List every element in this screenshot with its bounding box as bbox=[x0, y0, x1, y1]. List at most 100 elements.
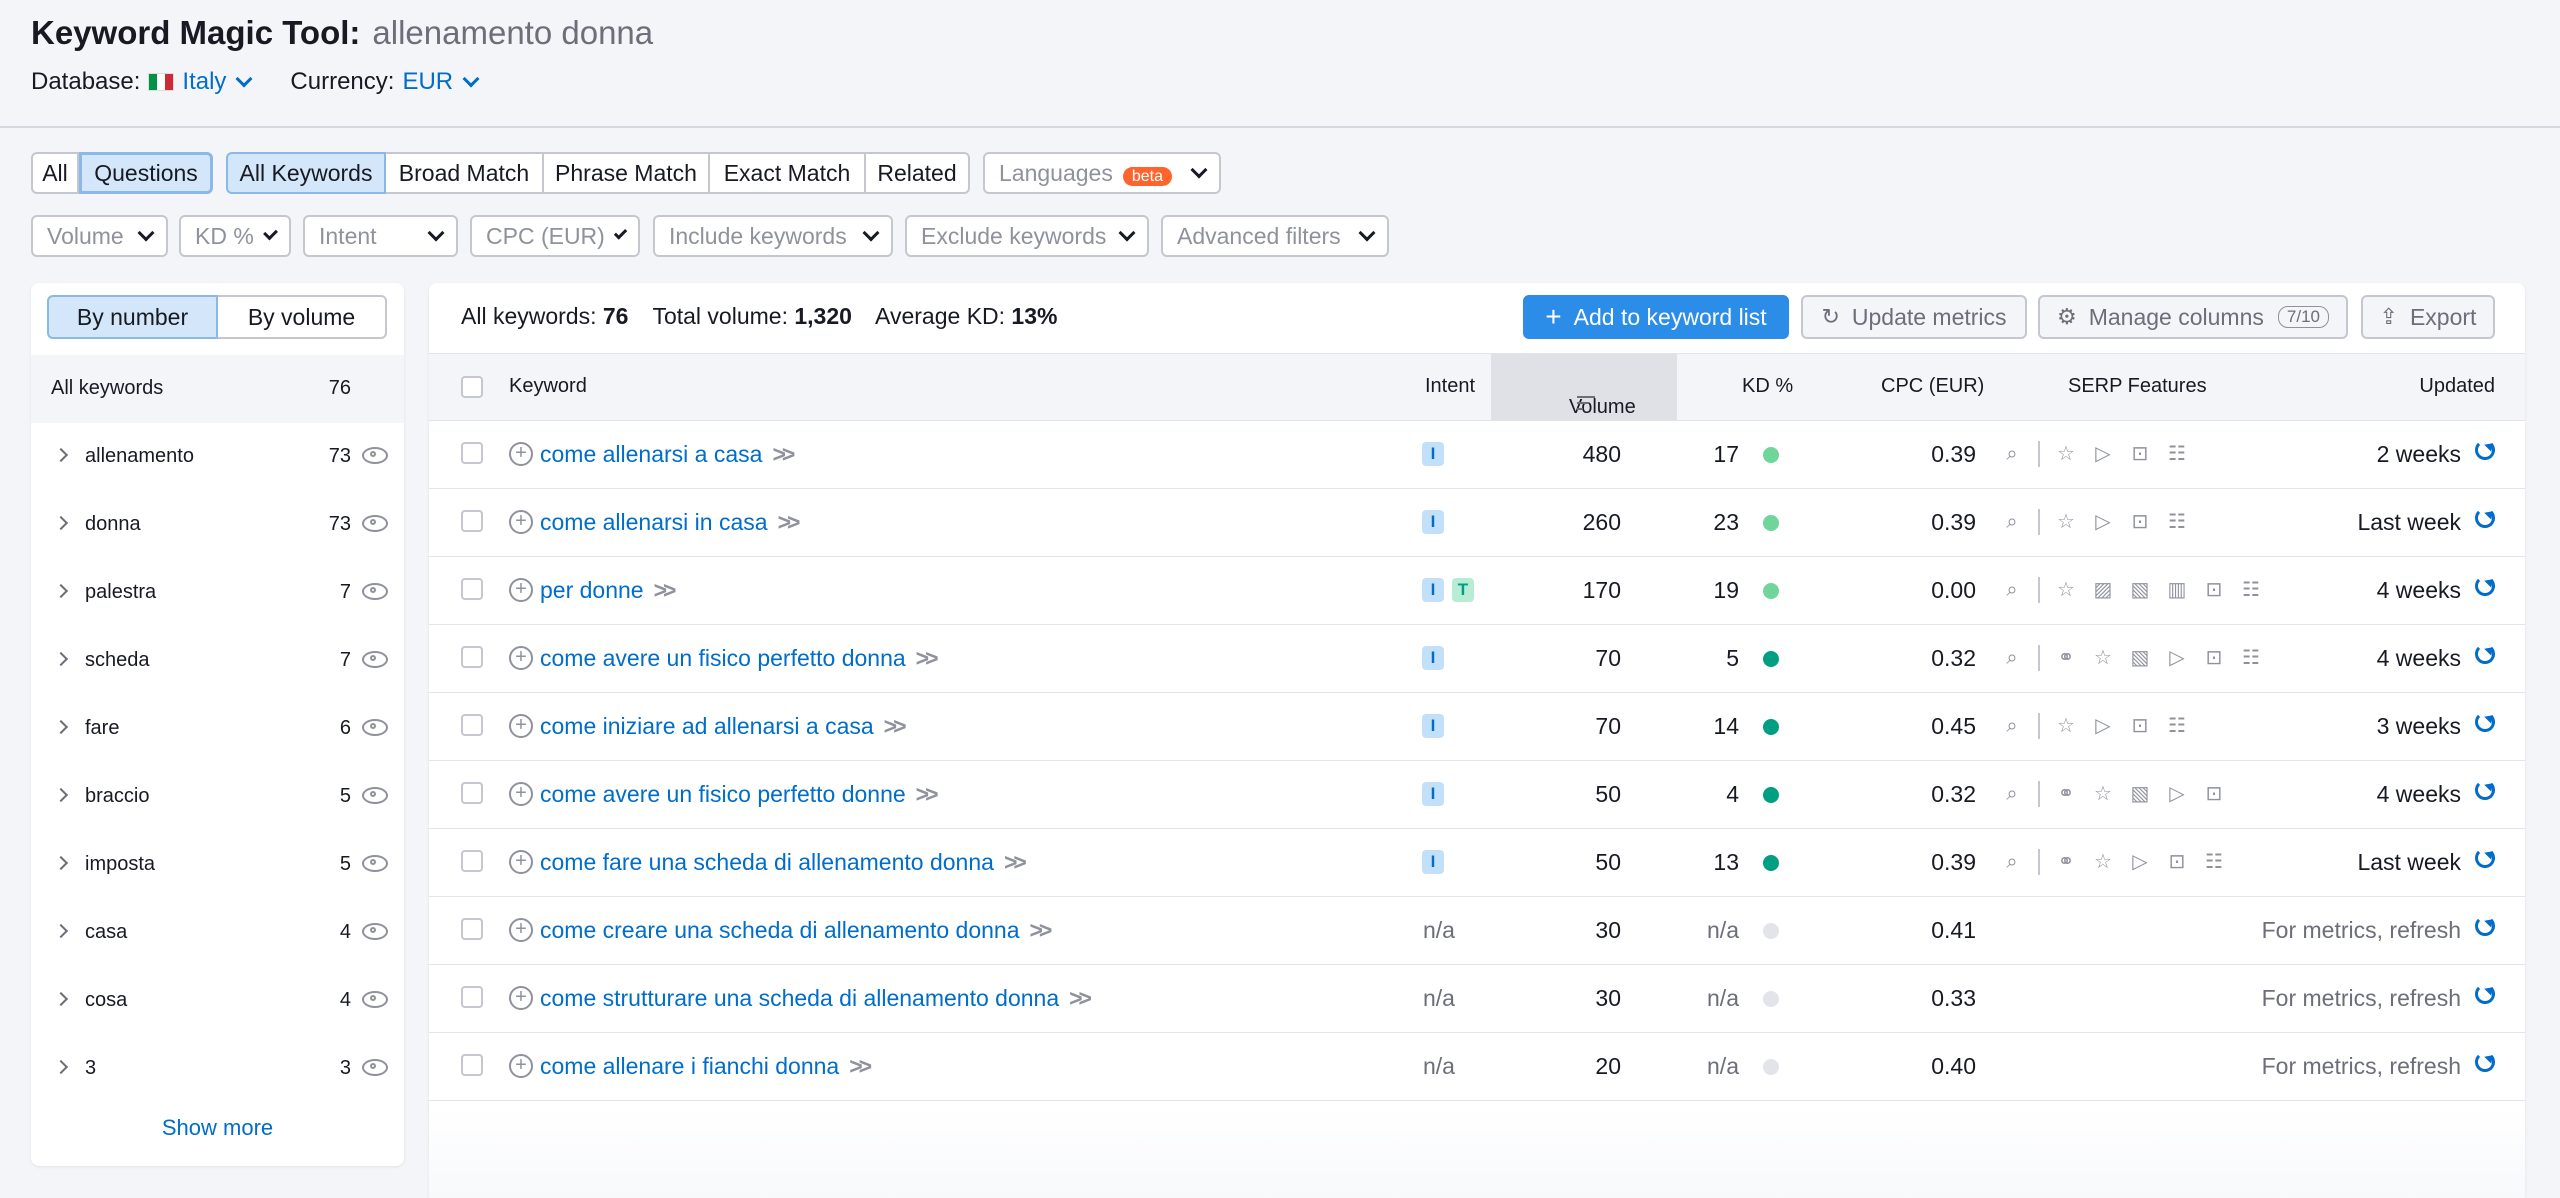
by-volume-button[interactable]: By volume bbox=[218, 295, 387, 339]
double-chevron-icon[interactable]: >> bbox=[654, 577, 677, 603]
add-keyword-icon[interactable]: + bbox=[509, 646, 533, 670]
video-icon[interactable]: ▷ bbox=[2092, 511, 2114, 533]
carousel-icon[interactable]: ▥ bbox=[2166, 579, 2188, 601]
keyword-link[interactable]: come strutturare una scheda di allenamen… bbox=[540, 985, 1092, 1012]
row-checkbox[interactable] bbox=[461, 1054, 483, 1076]
keyword-group-item[interactable]: 33 bbox=[31, 1035, 404, 1103]
star-icon[interactable]: ☆ bbox=[2055, 579, 2077, 601]
image-pack-icon[interactable]: ▧ bbox=[2129, 783, 2151, 805]
chevron-right-icon[interactable] bbox=[53, 719, 69, 735]
volume-filter[interactable]: Volume bbox=[31, 215, 168, 257]
chevron-right-icon[interactable] bbox=[53, 1059, 69, 1075]
tab-exact-match[interactable]: Exact Match bbox=[710, 152, 866, 194]
advanced-filters[interactable]: Advanced filters bbox=[1161, 215, 1389, 257]
col-keyword[interactable]: Keyword bbox=[509, 375, 587, 398]
col-cpc[interactable]: CPC (EUR) bbox=[1881, 375, 1984, 398]
eye-icon[interactable] bbox=[362, 855, 388, 872]
chevron-right-icon[interactable] bbox=[53, 651, 69, 667]
row-checkbox[interactable] bbox=[461, 782, 483, 804]
keyword-link[interactable]: come iniziare ad allenarsi a casa >> bbox=[540, 713, 907, 740]
faq-icon[interactable]: ⊡ bbox=[2166, 851, 2188, 873]
chevron-right-icon[interactable] bbox=[53, 447, 69, 463]
add-keyword-icon[interactable]: + bbox=[509, 986, 533, 1010]
star-icon[interactable]: ☆ bbox=[2055, 511, 2077, 533]
col-serp-features[interactable]: SERP Features bbox=[2068, 375, 2207, 398]
keyword-link[interactable]: come allenare i fianchi donna >> bbox=[540, 1053, 872, 1080]
refresh-icon[interactable] bbox=[2475, 780, 2495, 800]
image-icon[interactable]: ▨ bbox=[2092, 579, 2114, 601]
col-intent[interactable]: Intent bbox=[1425, 375, 1475, 398]
list-icon[interactable]: ☷ bbox=[2203, 851, 2225, 873]
keyword-link[interactable]: come allenarsi a casa >> bbox=[540, 441, 795, 468]
chevron-right-icon[interactable] bbox=[53, 515, 69, 531]
row-checkbox[interactable] bbox=[461, 918, 483, 940]
row-checkbox[interactable] bbox=[461, 578, 483, 600]
double-chevron-icon[interactable]: >> bbox=[916, 781, 939, 807]
faq-icon[interactable]: ⊡ bbox=[2203, 647, 2225, 669]
double-chevron-icon[interactable]: >> bbox=[1004, 849, 1027, 875]
chevron-right-icon[interactable] bbox=[53, 583, 69, 599]
refresh-icon[interactable] bbox=[2475, 440, 2495, 460]
chevron-right-icon[interactable] bbox=[53, 923, 69, 939]
keyword-link[interactable]: come allenarsi in casa >> bbox=[540, 509, 801, 536]
add-keyword-icon[interactable]: + bbox=[509, 578, 533, 602]
eye-icon[interactable] bbox=[362, 515, 388, 532]
double-chevron-icon[interactable]: >> bbox=[916, 645, 939, 671]
keyword-group-item[interactable]: casa 4 bbox=[31, 899, 404, 967]
snippet-icon[interactable]: ⌕ bbox=[2001, 715, 2023, 737]
double-chevron-icon[interactable]: >> bbox=[772, 441, 795, 467]
refresh-icon[interactable] bbox=[2475, 984, 2495, 1004]
eye-icon[interactable] bbox=[362, 1059, 388, 1076]
keyword-group-item[interactable]: fare 6 bbox=[31, 695, 404, 763]
keyword-group-item[interactable]: donna 73 bbox=[31, 491, 404, 559]
row-checkbox[interactable] bbox=[461, 442, 483, 464]
snippet-icon[interactable]: ⌕ bbox=[2001, 443, 2023, 465]
add-keyword-icon[interactable]: + bbox=[509, 442, 533, 466]
video-icon[interactable]: ▷ bbox=[2166, 647, 2188, 669]
exclude-keywords-filter[interactable]: Exclude keywords bbox=[905, 215, 1149, 257]
keyword-group-item[interactable]: imposta 5 bbox=[31, 831, 404, 899]
list-icon[interactable]: ☷ bbox=[2240, 579, 2262, 601]
refresh-icon[interactable] bbox=[2475, 508, 2495, 528]
row-checkbox[interactable] bbox=[461, 646, 483, 668]
list-icon[interactable]: ☷ bbox=[2240, 647, 2262, 669]
star-icon[interactable]: ☆ bbox=[2092, 783, 2114, 805]
snippet-icon[interactable]: ⌕ bbox=[2001, 579, 2023, 601]
link-icon[interactable]: ⚭ bbox=[2055, 851, 2077, 873]
star-icon[interactable]: ☆ bbox=[2055, 715, 2077, 737]
add-to-keyword-list-button[interactable]: + Add to keyword list bbox=[1523, 295, 1789, 339]
include-keywords-filter[interactable]: Include keywords bbox=[653, 215, 893, 257]
snippet-icon[interactable]: ⌕ bbox=[2001, 647, 2023, 669]
video-icon[interactable]: ▷ bbox=[2092, 715, 2114, 737]
link-icon[interactable]: ⚭ bbox=[2055, 647, 2077, 669]
eye-icon[interactable] bbox=[362, 719, 388, 736]
keyword-link[interactable]: come avere un fisico perfetto donne >> bbox=[540, 781, 939, 808]
refresh-icon[interactable] bbox=[2475, 576, 2495, 596]
double-chevron-icon[interactable]: >> bbox=[849, 1053, 872, 1079]
chevron-down-icon[interactable] bbox=[462, 70, 480, 88]
chevron-down-icon[interactable] bbox=[235, 70, 253, 88]
double-chevron-icon[interactable]: >> bbox=[1069, 985, 1092, 1011]
video-icon[interactable]: ▷ bbox=[2129, 851, 2151, 873]
tab-all-keywords[interactable]: All Keywords bbox=[226, 152, 386, 194]
chevron-right-icon[interactable] bbox=[53, 991, 69, 1007]
export-button[interactable]: ⇪ Export bbox=[2361, 295, 2495, 339]
refresh-icon[interactable] bbox=[2475, 848, 2495, 868]
col-updated[interactable]: Updated bbox=[2419, 375, 2495, 398]
double-chevron-icon[interactable]: >> bbox=[778, 509, 801, 535]
list-icon[interactable]: ☷ bbox=[2166, 715, 2188, 737]
keyword-group-item[interactable]: braccio 5 bbox=[31, 763, 404, 831]
manage-columns-button[interactable]: ⚙ Manage columns 7/10 bbox=[2038, 295, 2348, 339]
eye-icon[interactable] bbox=[362, 923, 388, 940]
snippet-icon[interactable]: ⌕ bbox=[2001, 783, 2023, 805]
list-icon[interactable]: ☷ bbox=[2166, 511, 2188, 533]
add-keyword-icon[interactable]: + bbox=[509, 714, 533, 738]
eye-icon[interactable] bbox=[362, 991, 388, 1008]
double-chevron-icon[interactable]: >> bbox=[1030, 917, 1053, 943]
row-checkbox[interactable] bbox=[461, 850, 483, 872]
row-checkbox[interactable] bbox=[461, 714, 483, 736]
show-more-link[interactable]: Show more bbox=[31, 1115, 404, 1141]
tab-questions[interactable]: Questions bbox=[79, 152, 213, 194]
snippet-icon[interactable]: ⌕ bbox=[2001, 851, 2023, 873]
currency-select[interactable]: EUR bbox=[402, 68, 453, 96]
